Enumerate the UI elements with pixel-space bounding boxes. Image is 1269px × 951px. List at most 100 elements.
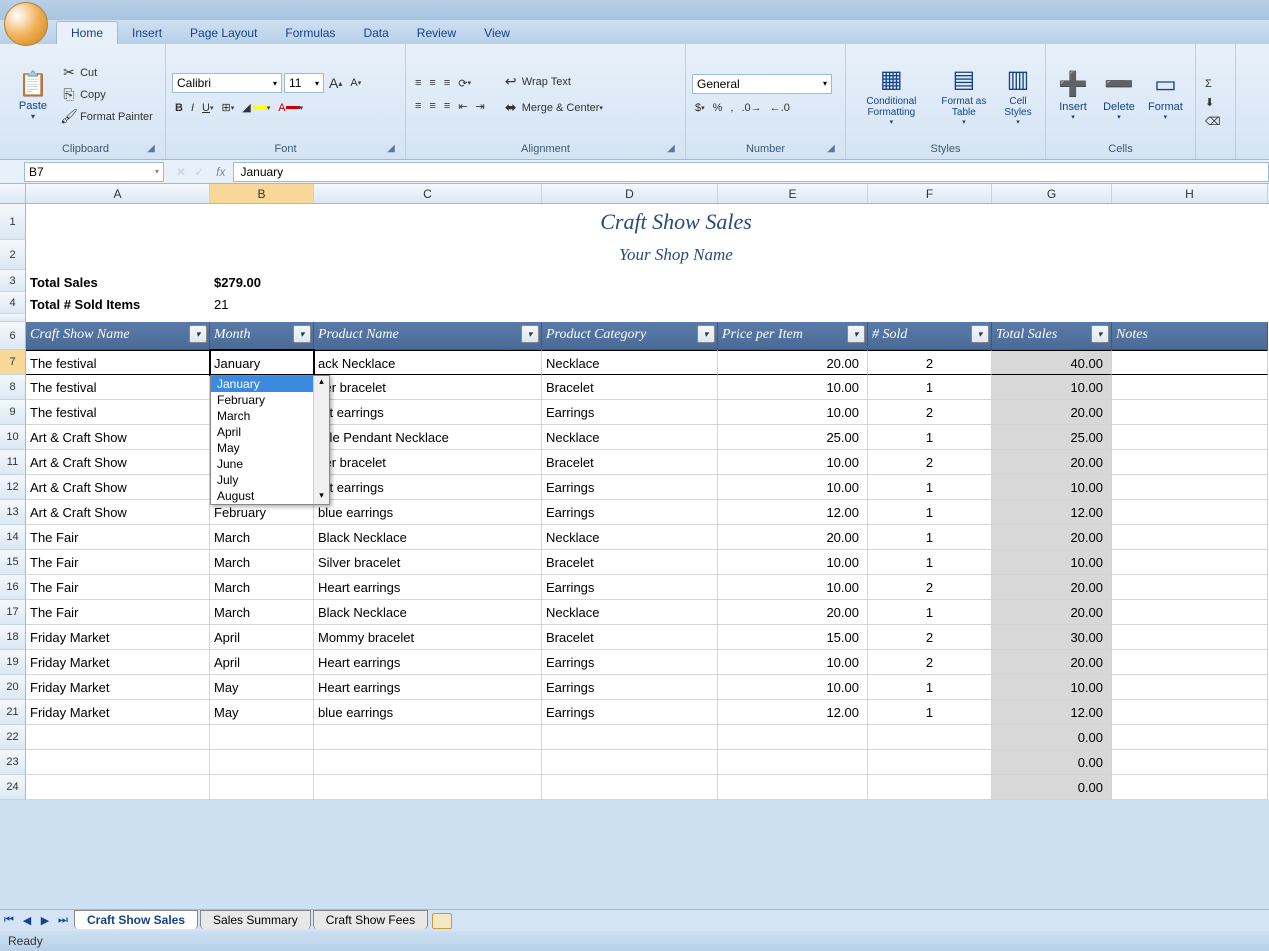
name-box[interactable]: B7▾ (24, 162, 164, 182)
cell[interactable]: 1 (868, 675, 992, 700)
cell[interactable]: The Fair (26, 525, 210, 550)
dropdown-scrollbar[interactable]: ▴▾ (313, 376, 329, 504)
cell[interactable]: 20.00 (992, 600, 1112, 625)
fill-color-button[interactable]: ◢▾ (239, 99, 273, 116)
tab-nav-prev[interactable]: ◀ (18, 912, 36, 930)
cell[interactable]: Art & Craft Show (26, 450, 210, 475)
cell[interactable]: 12.00 (992, 700, 1112, 725)
cell[interactable]: 0.00 (992, 725, 1112, 750)
wrap-text-button[interactable]: ↩ Wrap Text (500, 72, 606, 92)
table-row[interactable]: 9The festivalart earringsEarrings10.0022… (0, 400, 1269, 425)
decrease-indent-button[interactable]: ⇤ (455, 98, 470, 115)
row-header[interactable]: 6 (0, 322, 26, 350)
cell[interactable]: 12.00 (718, 700, 868, 725)
dropdown-trigger[interactable]: ▾ (313, 352, 314, 374)
font-launcher[interactable]: ◢ (385, 143, 397, 155)
new-sheet-button[interactable] (432, 913, 452, 929)
cell[interactable] (210, 775, 314, 800)
align-middle-button[interactable]: ≡ (426, 75, 438, 91)
dropdown-item[interactable]: May (211, 440, 329, 456)
cell[interactable] (1112, 425, 1268, 450)
cell[interactable]: ack Necklace (314, 350, 542, 375)
month-dropdown[interactable]: JanuaryFebruaryMarchAprilMayJuneJulyAugu… (210, 375, 330, 505)
cancel-formula-icon[interactable]: ✕ (172, 165, 190, 179)
cell[interactable]: 1 (868, 525, 992, 550)
cell[interactable] (26, 750, 210, 775)
cell[interactable]: March (210, 575, 314, 600)
table-row[interactable]: 11Art & Craft Showver braceletBracelet10… (0, 450, 1269, 475)
cell[interactable]: Bracelet (542, 550, 718, 575)
number-launcher[interactable]: ◢ (825, 143, 837, 155)
cell[interactable]: Necklace (542, 425, 718, 450)
cell[interactable] (314, 775, 542, 800)
table-row[interactable]: 12Art & Craft Showart earringsEarrings10… (0, 475, 1269, 500)
cell[interactable]: Black Necklace (314, 525, 542, 550)
cell[interactable]: Necklace (542, 350, 718, 375)
cell[interactable]: 1 (868, 425, 992, 450)
cell[interactable] (1112, 475, 1268, 500)
cell[interactable]: rple Pendant Necklace (314, 425, 542, 450)
increase-indent-button[interactable]: ⇥ (472, 98, 487, 115)
table-row[interactable]: 19Friday MarketAprilHeart earringsEarrin… (0, 650, 1269, 675)
col-header-h[interactable]: H (1112, 184, 1268, 203)
cell[interactable]: 1 (868, 500, 992, 525)
border-button[interactable]: ⊞▾ (218, 99, 237, 116)
formula-input[interactable]: January (233, 162, 1269, 182)
cell[interactable]: Bracelet (542, 625, 718, 650)
tab-nav-next[interactable]: ▶ (36, 912, 54, 930)
col-header-b[interactable]: B (210, 184, 314, 203)
table-row[interactable]: 16The FairMarchHeart earringsEarrings10.… (0, 575, 1269, 600)
cell[interactable]: Art & Craft Show (26, 475, 210, 500)
cell[interactable]: 10.00 (718, 650, 868, 675)
dropdown-item[interactable]: March (211, 408, 329, 424)
filter-button[interactable]: ▾ (293, 325, 311, 343)
col-header-c[interactable]: C (314, 184, 542, 203)
cell[interactable]: Art & Craft Show (26, 500, 210, 525)
col-header-f[interactable]: F (868, 184, 992, 203)
cell[interactable]: Bracelet (542, 450, 718, 475)
align-right-button[interactable]: ≡ (441, 98, 453, 114)
cell[interactable]: 10.00 (992, 550, 1112, 575)
cell[interactable]: Necklace (542, 525, 718, 550)
tab-nav-first[interactable]: ⏮ (0, 912, 18, 930)
cell[interactable]: Friday Market (26, 675, 210, 700)
table-row[interactable]: 10Art & Craft Showrple Pendant NecklaceN… (0, 425, 1269, 450)
cell[interactable]: 1 (868, 375, 992, 400)
cell[interactable]: The Fair (26, 550, 210, 575)
cell[interactable]: Bracelet (542, 375, 718, 400)
cell[interactable]: Heart earrings (314, 650, 542, 675)
row-header[interactable]: 8 (0, 375, 26, 400)
sheet-tab[interactable]: Craft Show Sales (74, 910, 198, 929)
delete-cells-button[interactable]: ➖Delete▾ (1098, 48, 1140, 141)
tab-home[interactable]: Home (56, 21, 118, 44)
dropdown-item[interactable]: April (211, 424, 329, 440)
cell[interactable]: January▾ (210, 350, 314, 375)
decrease-decimal-button[interactable]: ←.0 (767, 100, 793, 116)
table-row[interactable]: 17The FairMarchBlack NecklaceNecklace20.… (0, 600, 1269, 625)
row-header[interactable]: 24 (0, 775, 26, 800)
cell[interactable]: 30.00 (992, 625, 1112, 650)
cell[interactable]: art earrings (314, 475, 542, 500)
filter-button[interactable]: ▾ (189, 325, 207, 343)
dropdown-item[interactable]: February (211, 392, 329, 408)
dropdown-item[interactable]: January (211, 376, 329, 392)
cell[interactable]: 10.00 (992, 675, 1112, 700)
row-header[interactable]: 21 (0, 700, 26, 725)
cell[interactable]: 0.00 (992, 750, 1112, 775)
cell[interactable]: 20.00 (992, 525, 1112, 550)
row-header[interactable]: 10 (0, 425, 26, 450)
format-as-table-button[interactable]: ▤Format as Table▾ (935, 48, 993, 141)
cell[interactable] (542, 750, 718, 775)
cell[interactable]: blue earrings (314, 500, 542, 525)
cell[interactable] (1112, 375, 1268, 400)
cell[interactable]: ver bracelet (314, 450, 542, 475)
cell[interactable]: 2 (868, 650, 992, 675)
cell[interactable] (1112, 350, 1268, 375)
cell[interactable]: Earrings (542, 475, 718, 500)
cell[interactable]: 10.00 (718, 675, 868, 700)
cell[interactable] (1112, 550, 1268, 575)
cell[interactable]: art earrings (314, 400, 542, 425)
align-bottom-button[interactable]: ≡ (441, 75, 453, 91)
cell-styles-button[interactable]: ▥Cell Styles▾ (997, 48, 1039, 141)
cell[interactable] (1112, 450, 1268, 475)
